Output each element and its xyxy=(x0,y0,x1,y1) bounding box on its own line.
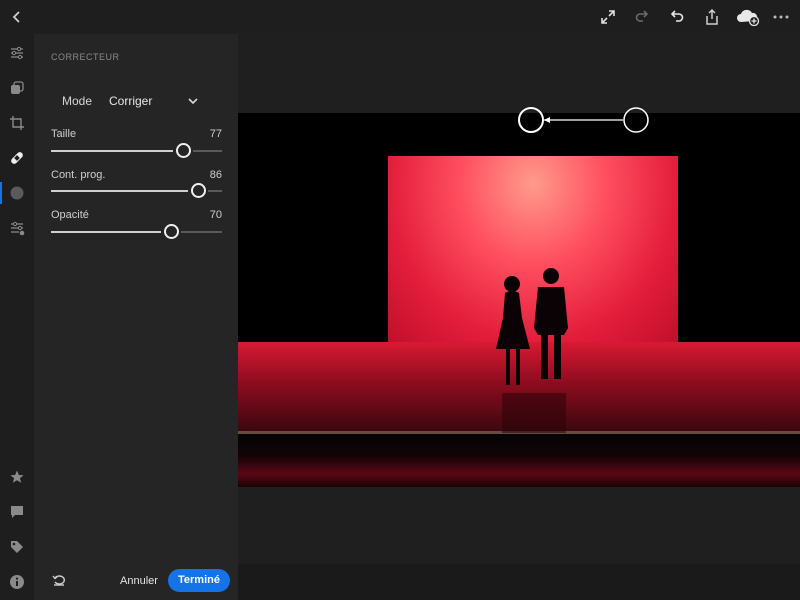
slider-label-opacity: Opacité xyxy=(51,209,89,221)
chevron-down-icon[interactable] xyxy=(186,94,200,108)
panel-title: CORRECTEUR xyxy=(51,52,120,62)
edit-sliders-icon[interactable] xyxy=(6,42,28,64)
comments-icon[interactable] xyxy=(6,501,28,523)
feather-slider[interactable] xyxy=(51,183,222,198)
versions-icon[interactable] xyxy=(6,217,28,239)
presets-icon[interactable] xyxy=(6,77,28,99)
reset-icon[interactable] xyxy=(51,572,67,588)
undo-icon[interactable] xyxy=(666,6,688,28)
slider-label-feather: Cont. prog. xyxy=(51,169,106,181)
fullscreen-icon[interactable] xyxy=(597,6,619,28)
share-icon[interactable] xyxy=(701,6,723,28)
healing-spot-overlay[interactable] xyxy=(238,100,800,140)
masking-icon[interactable] xyxy=(6,182,28,204)
filmstrip-area xyxy=(238,564,800,600)
top-toolbar xyxy=(0,0,800,34)
rating-icon[interactable] xyxy=(6,466,28,488)
panel-footer: Annuler Terminé xyxy=(34,562,238,600)
healing-brush-icon[interactable] xyxy=(6,147,28,169)
redo-icon[interactable] xyxy=(631,6,653,28)
back-icon[interactable] xyxy=(6,6,28,28)
more-icon[interactable] xyxy=(770,6,792,28)
slider-value-size: 77 xyxy=(209,128,222,140)
slider-fill xyxy=(51,150,183,152)
crop-icon[interactable] xyxy=(6,112,28,134)
mode-label: Mode xyxy=(62,94,93,108)
tool-rail xyxy=(0,34,34,600)
active-tool-indicator xyxy=(0,182,2,204)
slider-fill xyxy=(51,231,171,233)
stage-photo xyxy=(238,113,800,487)
healing-panel: CORRECTEUR Mode Corriger Taille 77 Cont.… xyxy=(34,34,238,600)
size-slider[interactable] xyxy=(51,143,222,158)
slider-thumb[interactable] xyxy=(164,224,179,239)
tags-icon[interactable] xyxy=(6,536,28,558)
slider-value-opacity: 70 xyxy=(209,209,222,221)
opacity-slider[interactable] xyxy=(51,224,222,239)
info-icon[interactable] xyxy=(6,571,28,593)
mode-dropdown[interactable]: Corriger xyxy=(109,94,152,108)
done-button[interactable]: Terminé xyxy=(168,569,230,592)
slider-value-feather: 86 xyxy=(209,169,222,181)
cancel-button[interactable]: Annuler xyxy=(120,570,158,592)
cloud-sync-icon[interactable] xyxy=(735,6,761,28)
slider-label-size: Taille xyxy=(51,128,77,140)
slider-fill xyxy=(51,190,198,192)
slider-thumb[interactable] xyxy=(191,183,206,198)
slider-thumb[interactable] xyxy=(176,143,191,158)
silhouettes xyxy=(496,268,568,433)
photo-canvas[interactable] xyxy=(238,34,800,564)
